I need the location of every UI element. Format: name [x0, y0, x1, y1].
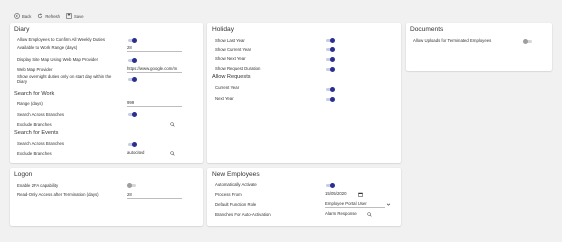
toggle-knob: [330, 67, 335, 72]
work-across-branches-toggle[interactable]: [128, 112, 137, 117]
toggle-knob: [330, 97, 335, 102]
new-employees-panel: New Employees Automatically Activate Pro…: [207, 168, 401, 226]
refresh-label: Refresh: [45, 13, 60, 19]
back-label: Back: [22, 13, 32, 19]
save-icon: [66, 13, 72, 19]
auto-activate-toggle[interactable]: [326, 183, 335, 188]
default-role-select[interactable]: Employee Portal User: [325, 201, 385, 208]
display-site-map-toggle[interactable]: [128, 58, 137, 63]
web-map-provider-label: Web Map Provider: [17, 67, 53, 72]
documents-title: Documents: [410, 26, 444, 33]
available-range-label: Available to Work Range (days): [17, 45, 78, 50]
next-year-label: Next Year: [215, 96, 234, 101]
show-next-year-label: Show Next Year: [215, 56, 246, 61]
toggle-knob: [132, 142, 137, 147]
enable-2fa-label: Enable 2FA capability: [17, 183, 59, 188]
events-across-branches-label: Search Across Branches: [17, 141, 65, 146]
search-icon[interactable]: [170, 151, 175, 156]
back-icon: [14, 13, 20, 19]
search-work-title: Search for Work: [14, 91, 55, 97]
search-events-title: Search for Events: [14, 130, 59, 136]
available-range-input[interactable]: 28: [127, 45, 182, 52]
display-site-map-label: Display Site Map Using Web Map Provider: [17, 57, 99, 62]
current-year-label: Current Year: [215, 85, 240, 90]
readonly-access-label: Read-Only Access after Termination (days…: [17, 192, 99, 197]
range-days-input[interactable]: 999: [127, 100, 182, 107]
toggle-knob: [330, 87, 335, 92]
toggle-knob: [132, 112, 137, 117]
next-year-toggle[interactable]: [326, 97, 335, 102]
save-button[interactable]: Save: [66, 13, 84, 19]
holiday-title: Holiday: [212, 26, 234, 33]
readonly-access-input[interactable]: 28: [127, 192, 182, 199]
toggle-knob: [330, 57, 335, 62]
refresh-button[interactable]: Refresh: [37, 13, 60, 19]
search-icon[interactable]: [367, 212, 372, 217]
toggle-knob: [127, 183, 132, 188]
allow-uploads-label: Allow Uploads for Terminated Employees: [413, 38, 492, 43]
search-icon[interactable]: [170, 122, 175, 127]
allow-confirm-label: Allow Employees to Confirm All Weekly Du…: [17, 37, 106, 42]
holiday-panel: Holiday Show Last Year Show Current Year…: [207, 23, 401, 163]
refresh-icon: [38, 13, 43, 19]
show-overnight-label: Show overnight duties only on start day …: [17, 74, 112, 85]
work-across-branches-label: Search Across Branches: [17, 112, 65, 117]
toolbar: Back Refresh Save: [14, 11, 84, 21]
toggle-knob: [330, 183, 335, 188]
default-role-label: Default Function Role: [215, 202, 257, 207]
events-across-branches-toggle[interactable]: [128, 142, 137, 147]
range-days-label: Range (days): [17, 101, 43, 106]
documents-panel: Documents Allow Uploads for Terminated E…: [406, 23, 552, 71]
diary-panel: Diary Allow Employees to Confirm All Wee…: [10, 23, 203, 163]
show-current-year-toggle[interactable]: [326, 47, 335, 52]
process-from-label: Process From: [215, 192, 242, 197]
show-request-duration-toggle[interactable]: [326, 67, 335, 72]
events-exclude-branches-input[interactable]: autocited: [127, 150, 162, 157]
show-last-year-label: Show Last Year: [215, 38, 245, 43]
enable-2fa-toggle[interactable]: [127, 183, 136, 188]
toggle-knob: [330, 47, 335, 52]
toggle-knob: [330, 38, 335, 43]
toggle-knob: [523, 39, 528, 44]
logon-panel: Logon Enable 2FA capability Read-Only Ac…: [10, 168, 203, 226]
show-request-duration-label: Show Request Duration: [215, 66, 261, 71]
logon-title: Logon: [14, 171, 33, 178]
show-current-year-label: Show Current Year: [215, 47, 252, 52]
toggle-knob: [132, 58, 137, 63]
events-exclude-branches-label: Exclude Branches: [17, 151, 52, 156]
show-next-year-toggle[interactable]: [326, 57, 335, 62]
calendar-icon[interactable]: [358, 192, 363, 197]
toggle-knob: [132, 38, 137, 43]
allow-confirm-toggle[interactable]: [128, 38, 137, 43]
back-button[interactable]: Back: [14, 13, 31, 19]
web-map-provider-input[interactable]: https://www.google.com/m: [127, 66, 182, 73]
show-overnight-toggle[interactable]: [128, 77, 137, 82]
branches-auto-input[interactable]: Alarm Response: [325, 211, 365, 218]
work-exclude-branches-label: Exclude Branches: [17, 122, 52, 127]
diary-title: Diary: [14, 26, 30, 33]
allow-uploads-toggle[interactable]: [523, 39, 532, 44]
auto-activate-label: Automatically Activate: [215, 182, 257, 187]
new-employees-title: New Employees: [212, 171, 260, 178]
current-year-toggle[interactable]: [326, 87, 335, 92]
chevron-down-icon[interactable]: [386, 202, 391, 207]
toggle-knob: [132, 77, 137, 82]
show-last-year-toggle[interactable]: [326, 38, 335, 43]
allow-requests-title: Allow Requests: [212, 74, 251, 80]
save-label: Save: [73, 13, 84, 19]
branches-auto-label: Branches For Auto-Activation: [215, 212, 271, 217]
